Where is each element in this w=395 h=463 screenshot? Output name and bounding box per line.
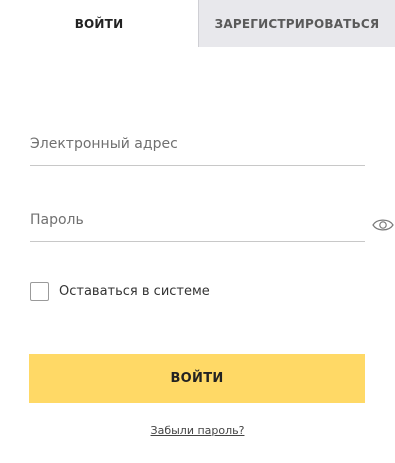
password-input[interactable] [30,205,365,235]
forgot-password-link[interactable]: Забыли пароль? [151,424,245,437]
password-field-container [30,202,365,242]
email-input[interactable] [30,129,365,159]
login-button[interactable]: ВОЙТИ [29,354,365,403]
tab-login[interactable]: ВОЙТИ [0,0,198,47]
auth-tabs: ВОЙТИ ЗАРЕГИСТРИРОВАТЬСЯ [0,0,395,47]
remember-checkbox[interactable] [30,282,49,301]
email-field-container [30,126,365,166]
eye-icon[interactable] [372,218,394,232]
forgot-password-container: Забыли пароль? [0,419,395,438]
remember-me[interactable]: Оставаться в системе [30,282,210,301]
remember-label: Оставаться в системе [59,284,210,299]
tab-register[interactable]: ЗАРЕГИСТРИРОВАТЬСЯ [198,0,395,47]
